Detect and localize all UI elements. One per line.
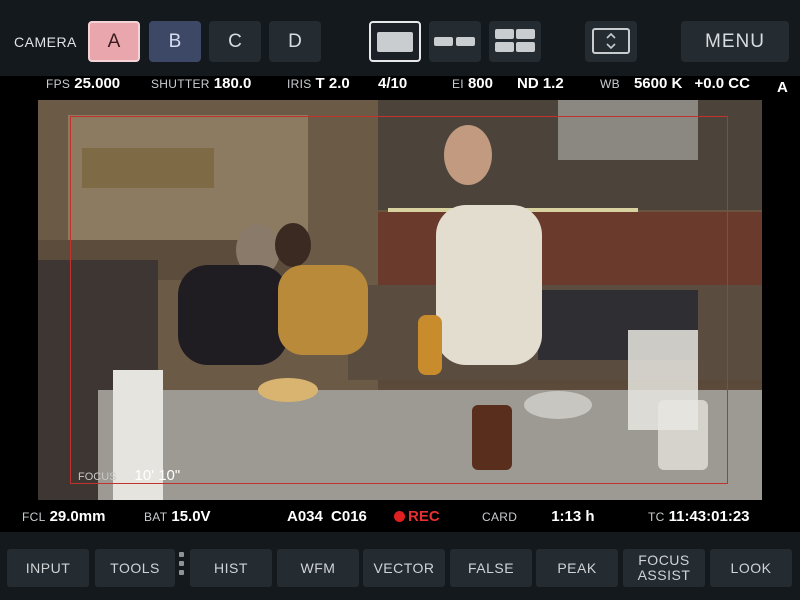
card-value: 1:13 h — [551, 508, 595, 525]
focus-overlay-value: 10' 10" — [134, 467, 181, 484]
wb-status[interactable]: WB 5600 K +0.0 CC — [600, 75, 750, 93]
iris-label: IRIS — [287, 77, 312, 91]
focus-assist-button[interactable]: FOCUS ASSIST — [623, 549, 705, 587]
focus-overlay: FOCUS 10' 10" — [78, 467, 180, 484]
quad-view-icon — [495, 29, 514, 39]
single-view-icon — [377, 32, 413, 52]
card-status[interactable]: CARD 1:13 h — [482, 508, 595, 526]
camera-indicator: A — [777, 79, 788, 96]
dual-view-icon — [434, 37, 453, 46]
timecode-status[interactable]: TC 11:43:01:23 — [648, 508, 750, 526]
input-button[interactable]: INPUT — [7, 549, 89, 587]
fps-value: 25.000 — [74, 75, 121, 92]
quad-view-icon-3 — [495, 42, 514, 52]
layout-dual-button[interactable] — [429, 21, 481, 62]
peak-button[interactable]: PEAK — [536, 549, 618, 587]
rec-label: REC — [408, 508, 440, 525]
fcl-status[interactable]: FCL 29.0mm — [22, 508, 105, 526]
shutter-label: SHUTTER — [151, 77, 210, 91]
timecode-label: TC — [648, 510, 665, 524]
quad-view-icon-4 — [516, 42, 535, 52]
fps-label: FPS — [46, 77, 71, 91]
look-button[interactable]: LOOK — [710, 549, 792, 587]
focus-overlay-label: FOCUS — [78, 471, 117, 483]
battery-status[interactable]: BAT 15.0V — [144, 508, 211, 526]
menu-button[interactable]: MENU — [681, 21, 789, 62]
card-label: CARD — [482, 510, 518, 524]
focus-assist-line2: ASSIST — [637, 567, 691, 583]
rec-dot-icon — [394, 511, 405, 522]
iris-fraction: 4/10 — [378, 75, 407, 93]
vector-button[interactable]: VECTOR — [363, 549, 445, 587]
fcl-label: FCL — [22, 510, 46, 524]
battery-value: 15.0V — [171, 508, 211, 525]
camera-b-button[interactable]: B — [149, 21, 201, 62]
iris-status[interactable]: IRIS T 2.0 — [287, 75, 350, 93]
camera-c-button[interactable]: C — [209, 21, 261, 62]
iris-fraction-value: 4/10 — [378, 75, 408, 92]
dual-view-icon-right — [456, 37, 475, 46]
fullscreen-toggle-button[interactable] — [585, 21, 637, 62]
camera-d-button[interactable]: D — [269, 21, 321, 62]
camera-a-button[interactable]: A — [88, 21, 140, 62]
quad-view-icon-2 — [516, 29, 535, 39]
expand-vertical-icon — [592, 28, 630, 54]
ei-label: EI — [452, 77, 464, 91]
nd-value: ND 1.2 — [517, 75, 564, 92]
wb-cc-value: +0.0 CC — [694, 75, 750, 92]
frame-guide — [70, 116, 728, 484]
wb-value: 5600 K — [633, 75, 683, 92]
clip-value: C016 — [331, 508, 367, 525]
iris-value: T 2.0 — [315, 75, 350, 92]
rec-indicator[interactable]: REC — [394, 508, 440, 526]
focus-assist-line1: FOCUS — [638, 552, 690, 568]
ei-value: 800 — [467, 75, 493, 92]
tools-button[interactable]: TOOLS — [95, 549, 175, 587]
shutter-value: 180.0 — [213, 75, 252, 92]
false-color-button[interactable]: FALSE — [450, 549, 532, 587]
fps-status[interactable]: FPS 25.000 — [46, 75, 120, 93]
drag-handle-icon[interactable] — [179, 552, 185, 584]
battery-label: BAT — [144, 510, 168, 524]
reel-value: A034 — [287, 508, 323, 525]
clip-status: A034 C016 — [287, 508, 367, 526]
wb-label: WB — [600, 77, 620, 91]
nd-status[interactable]: ND 1.2 — [517, 75, 564, 93]
hist-button[interactable]: HIST — [190, 549, 272, 587]
timecode-value: 11:43:01:23 — [668, 508, 750, 525]
shutter-status[interactable]: SHUTTER 180.0 — [151, 75, 251, 93]
layout-single-button[interactable] — [369, 21, 421, 62]
layout-quad-button[interactable] — [489, 21, 541, 62]
top-bar: CAMERA A B C D MENU — [0, 0, 800, 76]
camera-label: CAMERA — [14, 34, 77, 50]
wfm-button[interactable]: WFM — [277, 549, 359, 587]
ei-status[interactable]: EI 800 — [452, 75, 493, 93]
fcl-value: 29.0mm — [49, 508, 106, 525]
